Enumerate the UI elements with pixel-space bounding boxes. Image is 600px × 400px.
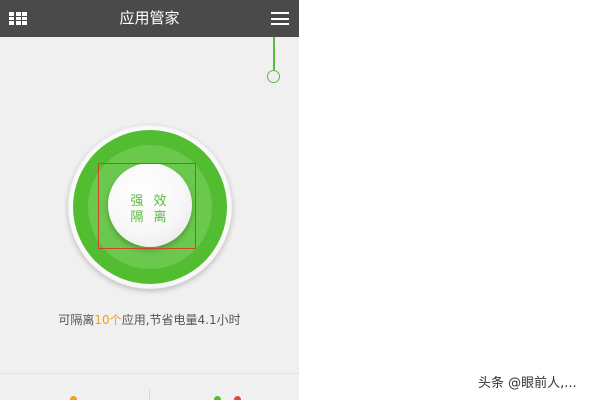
isolation-status: 可隔离10个应用,节省电量4.1小时 — [0, 311, 299, 328]
title-bar: 应用管家 — [0, 0, 299, 37]
bottom-red-indicator[interactable] — [234, 396, 241, 400]
bottom-orange-indicator[interactable] — [70, 396, 77, 400]
status-suffix: 应用,节省电量4.1小时 — [121, 313, 241, 327]
app-screen: 应用管家 强 效 隔 离 可隔离10个应用,节省电量4.1小时 — [0, 0, 299, 400]
watermark: 头条 @眼前人,... — [478, 376, 577, 391]
status-prefix: 可隔离 — [58, 313, 95, 327]
timeline-knob[interactable] — [267, 70, 280, 83]
bottom-separator — [149, 390, 150, 400]
timeline-line — [273, 37, 275, 71]
status-count: 10个 — [94, 313, 122, 327]
bottom-divider — [0, 373, 299, 374]
selection-highlight — [98, 163, 196, 249]
bottom-green-indicator[interactable] — [214, 396, 221, 400]
page-title: 应用管家 — [119, 9, 180, 27]
menu-icon[interactable] — [271, 12, 289, 25]
